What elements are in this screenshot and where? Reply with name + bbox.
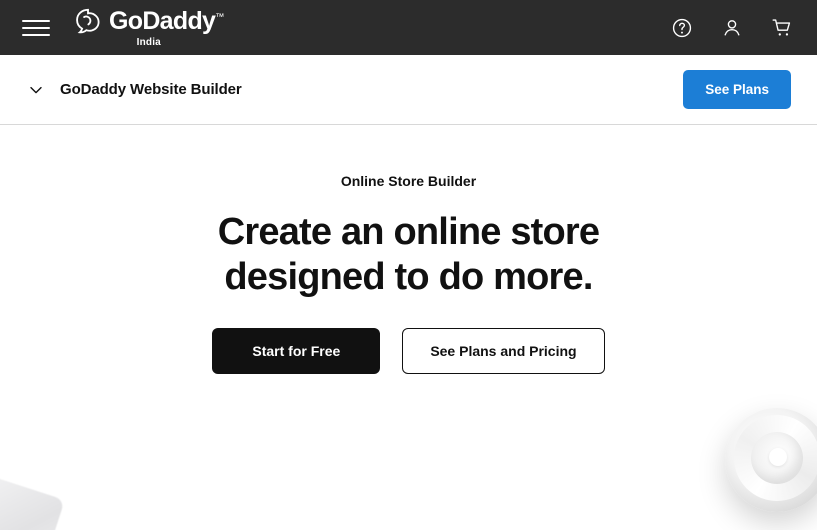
account-icon[interactable]: [721, 17, 743, 39]
header-icon-group: [671, 17, 793, 39]
product-subnav: GoDaddy Website Builder See Plans: [0, 55, 817, 125]
hero-title-line-1: Create an online store: [217, 211, 600, 253]
cart-icon[interactable]: [771, 17, 793, 39]
hero-section: Online Store Builder Create an online st…: [0, 126, 817, 530]
brand-locale-label: India: [136, 37, 161, 48]
godaddy-heart-icon: [76, 8, 100, 34]
page-title: Create an online store designed to do mo…: [0, 210, 817, 300]
see-plans-button[interactable]: See Plans: [683, 70, 791, 109]
brand-wordmark: GoDaddy™: [109, 6, 224, 35]
godaddy-logo[interactable]: GoDaddy™ India: [74, 7, 224, 48]
subnav-title: GoDaddy Website Builder: [60, 81, 242, 98]
cream-peak: [769, 448, 787, 466]
trademark-symbol: ™: [215, 11, 224, 22]
decorative-grey-shape: [0, 475, 65, 530]
hamburger-bar: [22, 19, 50, 22]
brand-name-text: GoDaddy: [109, 6, 216, 35]
chevron-down-icon[interactable]: [28, 82, 44, 98]
hamburger-bar: [22, 33, 50, 36]
cream-jar-image: [725, 408, 817, 512]
see-plans-and-pricing-button[interactable]: See Plans and Pricing: [402, 327, 605, 374]
hero-cta-row: Start for Free See Plans and Pricing: [0, 327, 817, 374]
hamburger-icon[interactable]: [22, 17, 50, 39]
hero-artwork: GET FREE SHIPPING YOUR FIRST ORDER Lanil…: [0, 404, 817, 530]
help-icon[interactable]: [671, 17, 693, 39]
brand-row: GoDaddy™: [74, 7, 224, 35]
start-for-free-button[interactable]: Start for Free: [212, 327, 381, 374]
top-header: GoDaddy™ India: [0, 0, 817, 55]
hero-eyebrow: Online Store Builder: [340, 173, 477, 189]
subnav-dropdown-trigger[interactable]: GoDaddy Website Builder: [28, 81, 242, 98]
hero-title-line-2: designed to do more.: [224, 255, 593, 298]
hamburger-bar: [22, 26, 50, 29]
